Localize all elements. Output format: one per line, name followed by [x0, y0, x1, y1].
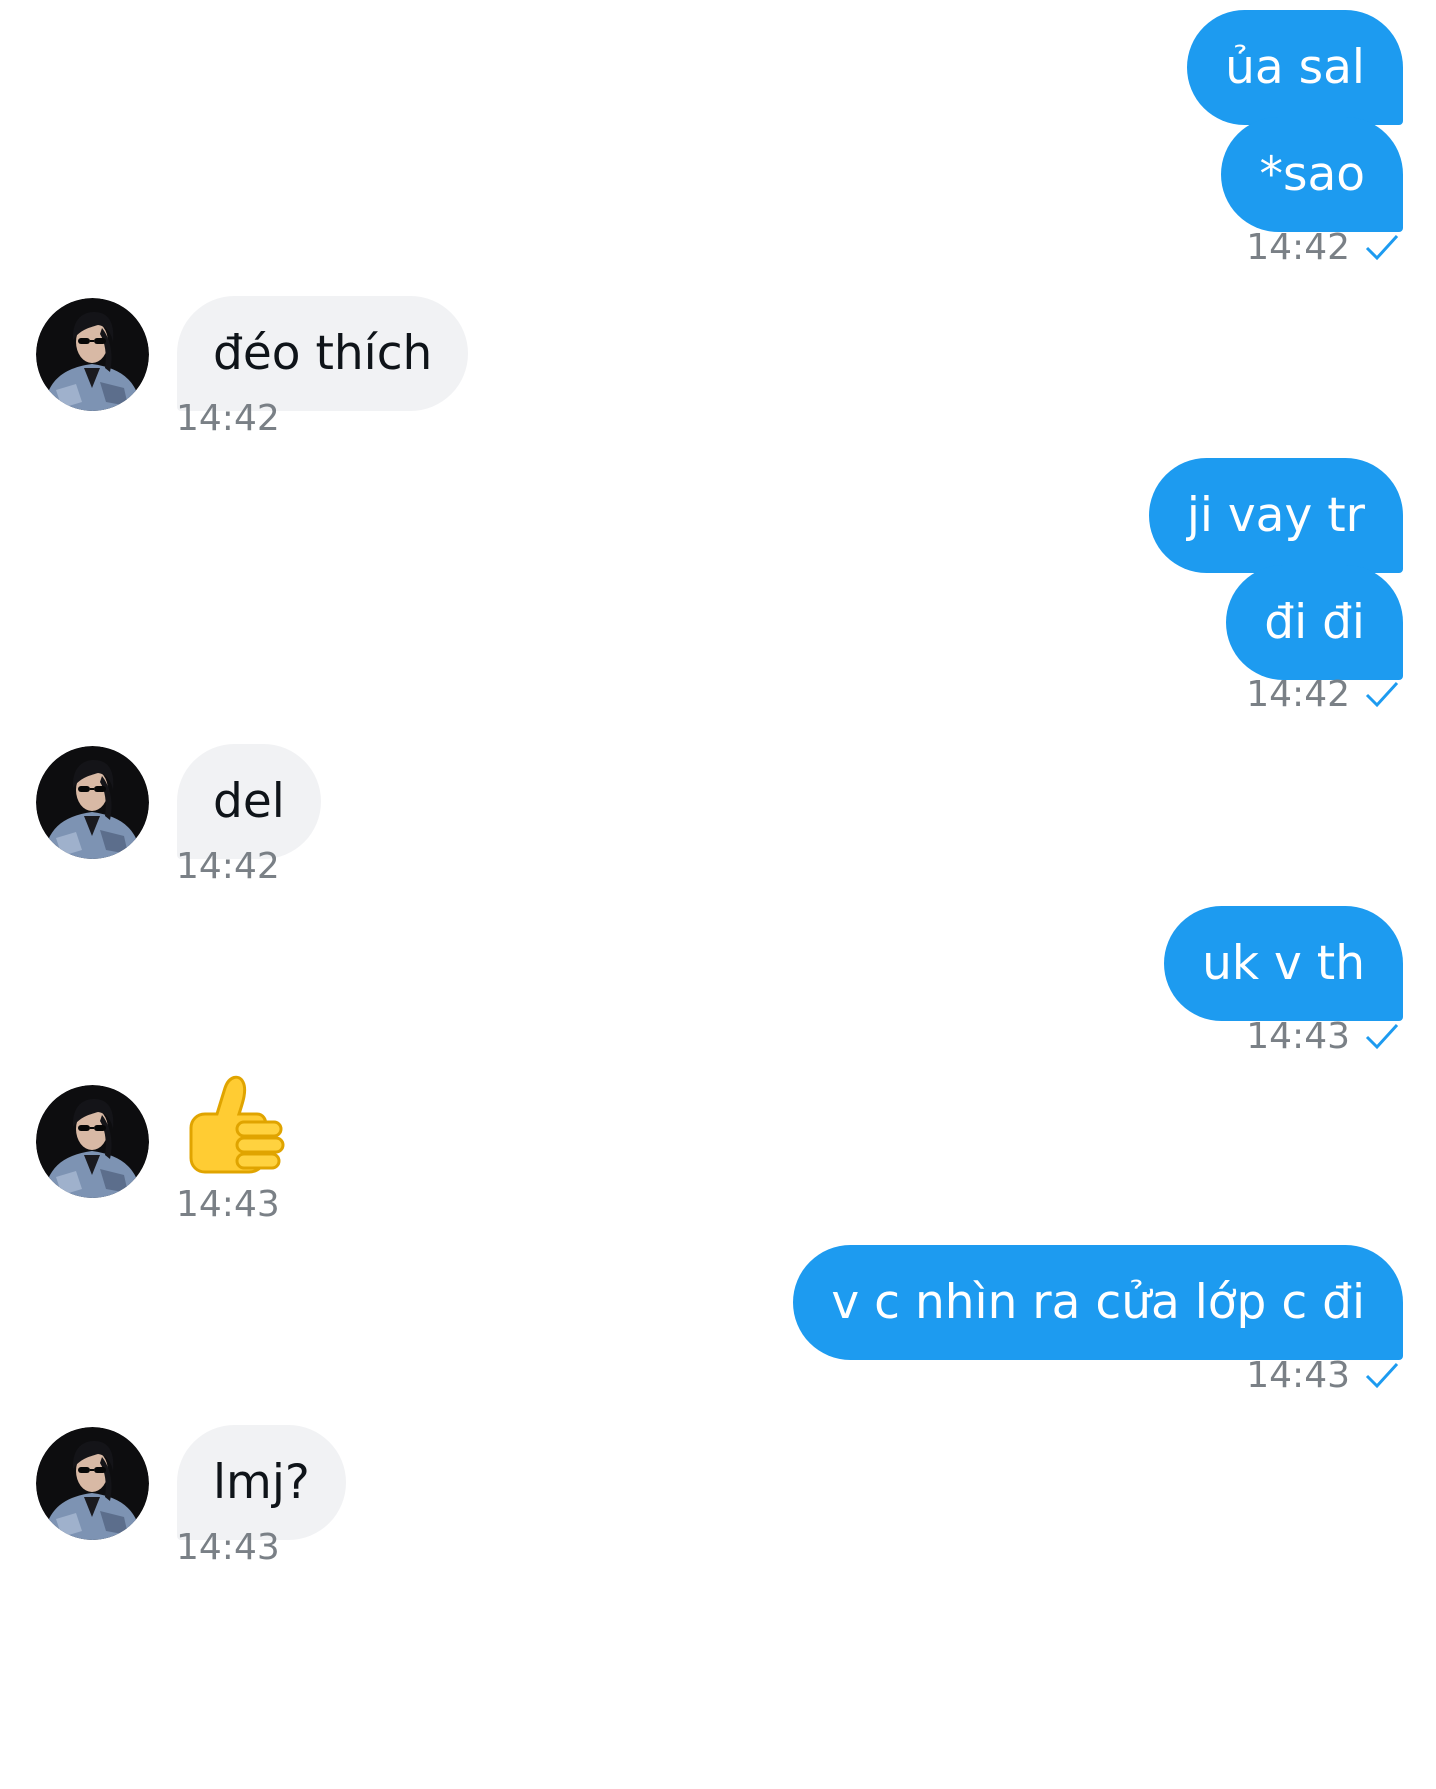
outgoing-message[interactable]: *sao — [1221, 117, 1403, 232]
message-meta: 14:43 — [1246, 1351, 1400, 1399]
check-icon — [1365, 681, 1399, 708]
timestamp: 14:42 — [1246, 673, 1350, 715]
avatar[interactable] — [36, 1427, 149, 1540]
check-icon — [1365, 1362, 1399, 1389]
outgoing-message[interactable]: đi đi — [1226, 565, 1403, 680]
avatar[interactable] — [36, 298, 149, 411]
timestamp: 14:42 — [176, 845, 280, 887]
outgoing-message[interactable]: ủa sal — [1187, 10, 1403, 125]
timestamp: 14:43 — [1246, 1354, 1350, 1396]
timestamp: 14:42 — [1246, 226, 1350, 268]
outgoing-message[interactable]: v c nhìn ra cửa lớp c đi — [793, 1245, 1403, 1360]
thumbs-up-icon[interactable] — [177, 1058, 289, 1180]
message-meta: 14:43 — [1246, 1012, 1400, 1060]
timestamp: 14:43 — [1246, 1015, 1350, 1057]
avatar[interactable] — [36, 746, 149, 859]
avatar[interactable] — [36, 1085, 149, 1198]
timestamp: 14:43 — [176, 1526, 280, 1568]
message-meta: 14:42 — [1246, 223, 1400, 271]
outgoing-message[interactable]: uk v th — [1164, 906, 1403, 1021]
outgoing-message[interactable]: ji vay tr — [1148, 458, 1403, 573]
check-icon — [1365, 1023, 1399, 1050]
timestamp: 14:42 — [176, 397, 280, 439]
check-icon — [1365, 234, 1399, 261]
timestamp: 14:43 — [176, 1183, 280, 1225]
message-meta: 14:42 — [1246, 670, 1400, 718]
message-thread: ủa sal *sao 14:42 đéo thích 14:42 ji vay… — [0, 0, 1436, 1789]
